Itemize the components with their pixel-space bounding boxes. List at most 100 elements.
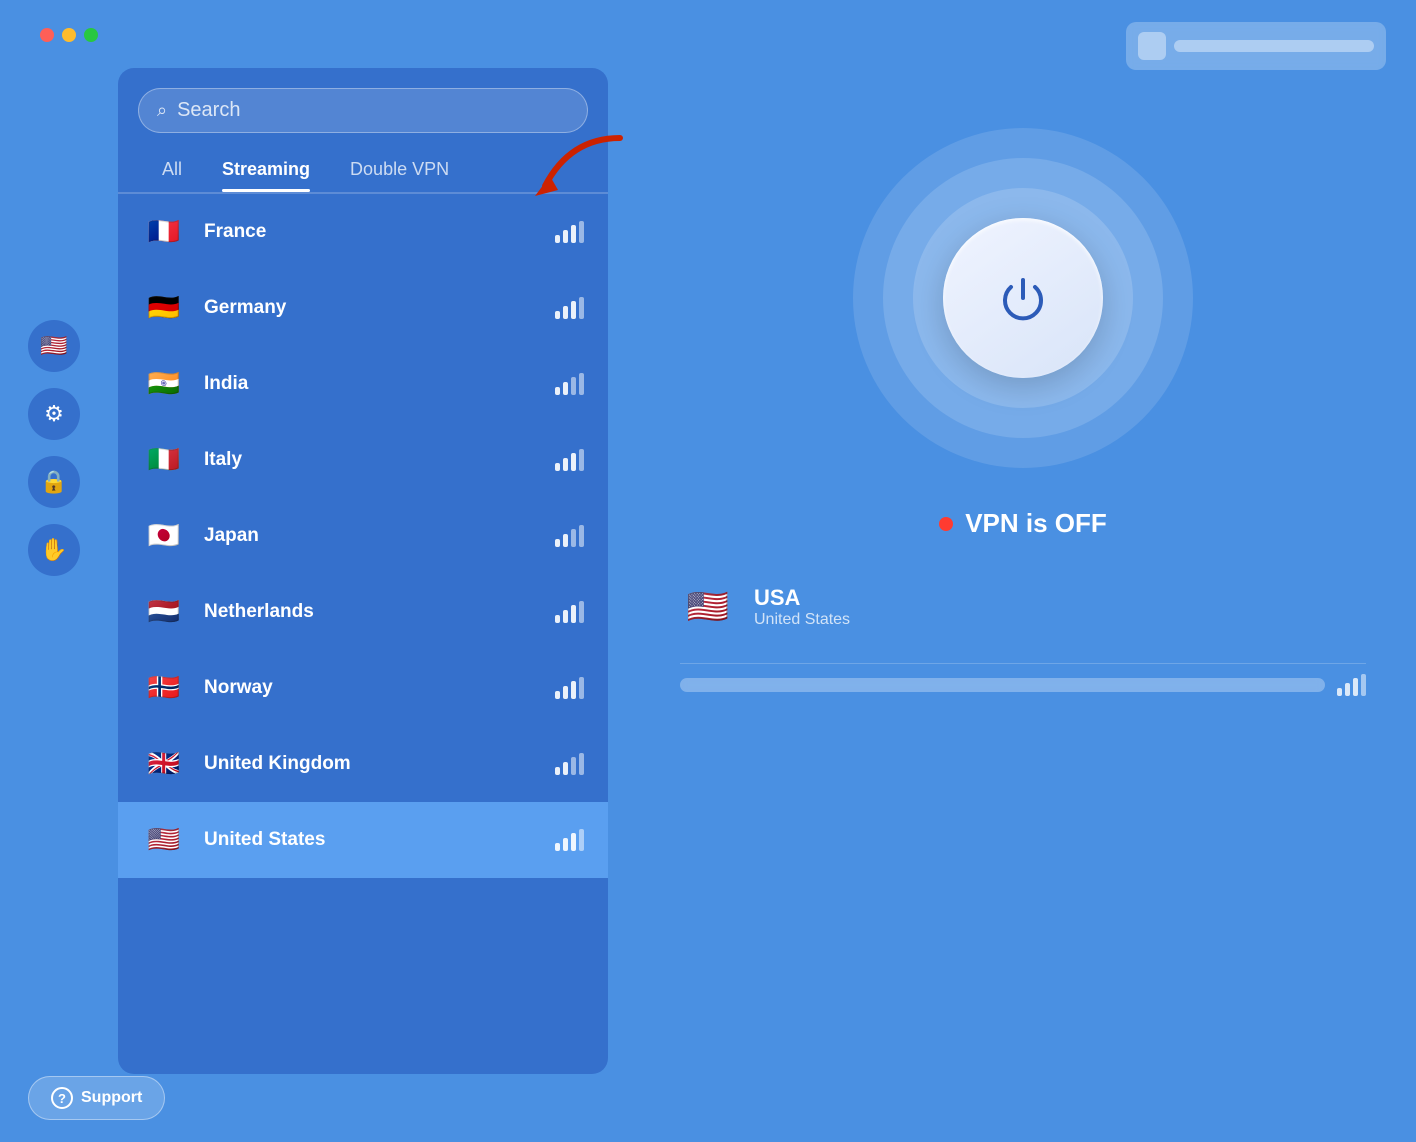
country-item-india[interactable]: 🇮🇳 India: [118, 346, 608, 422]
top-bar-icon: [1138, 32, 1166, 60]
bar3: [571, 529, 576, 547]
country-name-germany: Germany: [204, 297, 555, 319]
country-name-uk: United Kingdom: [204, 753, 555, 775]
tab-double-vpn[interactable]: Double VPN: [330, 151, 469, 188]
signal-germany: [555, 297, 584, 319]
bar2: [563, 382, 568, 395]
left-panel: ⌕ Search All Streaming Double VPN 🇫🇷 Fra…: [118, 68, 608, 1074]
bar1: [555, 311, 560, 319]
bar1: [555, 691, 560, 699]
bottom-bar: [680, 663, 1366, 706]
bar4: [579, 373, 584, 395]
bar2: [563, 534, 568, 547]
signal-france: [555, 221, 584, 243]
bar4: [579, 297, 584, 319]
support-label: Support: [81, 1089, 142, 1107]
status-dot: [939, 517, 953, 531]
top-bar-text: [1174, 40, 1374, 52]
bar3: [571, 225, 576, 243]
tab-all[interactable]: All: [142, 151, 202, 188]
minimize-button[interactable]: [62, 28, 76, 42]
bar2: [563, 686, 568, 699]
bar2: [1345, 683, 1350, 696]
bar2: [563, 458, 568, 471]
sidebar-item-hand[interactable]: ✋: [28, 524, 80, 576]
power-icon: [995, 270, 1051, 326]
country-name-japan: Japan: [204, 525, 555, 547]
country-name-usa: United States: [204, 829, 555, 851]
bar3: [571, 757, 576, 775]
top-right-bar: [1126, 22, 1386, 70]
flag-india: 🇮🇳: [142, 362, 186, 406]
bar4: [579, 677, 584, 699]
country-name-france: France: [204, 221, 555, 243]
maximize-button[interactable]: [84, 28, 98, 42]
flag-norway: 🇳🇴: [142, 666, 186, 710]
bar2: [563, 610, 568, 623]
bar4: [579, 829, 584, 851]
country-item-japan[interactable]: 🇯🇵 Japan: [118, 498, 608, 574]
flag-uk: 🇬🇧: [142, 742, 186, 786]
country-item-usa[interactable]: 🇺🇸 United States: [118, 802, 608, 878]
flag-netherlands: 🇳🇱: [142, 590, 186, 634]
selected-country-info[interactable]: 🇺🇸 USA United States: [660, 579, 1386, 635]
vpn-status: VPN is OFF: [939, 508, 1107, 539]
sidebar: 🇺🇸 ⚙ 🔒 ✋: [28, 320, 80, 576]
bar4: [579, 525, 584, 547]
country-item-uk[interactable]: 🇬🇧 United Kingdom: [118, 726, 608, 802]
bar1: [555, 767, 560, 775]
flag-italy: 🇮🇹: [142, 438, 186, 482]
country-item-norway[interactable]: 🇳🇴 Norway: [118, 650, 608, 726]
bar3: [1353, 678, 1358, 696]
selected-info-text: USA United States: [754, 585, 850, 629]
sidebar-item-lock[interactable]: 🔒: [28, 456, 80, 508]
search-icon: ⌕: [157, 100, 167, 121]
bar1: [555, 843, 560, 851]
signal-italy: [555, 449, 584, 471]
bar4: [579, 221, 584, 243]
flag-france: 🇫🇷: [142, 210, 186, 254]
signal-norway: [555, 677, 584, 699]
power-container: [853, 128, 1193, 468]
bar4: [579, 601, 584, 623]
country-name-norway: Norway: [204, 677, 555, 699]
country-name-italy: Italy: [204, 449, 555, 471]
bar1: [1337, 688, 1342, 696]
bar3: [571, 377, 576, 395]
close-button[interactable]: [40, 28, 54, 42]
bar3: [571, 833, 576, 851]
traffic-lights: [40, 28, 98, 42]
bar3: [571, 605, 576, 623]
signal-japan: [555, 525, 584, 547]
bar3: [571, 301, 576, 319]
bar4: [1361, 674, 1366, 696]
country-item-netherlands[interactable]: 🇳🇱 Netherlands: [118, 574, 608, 650]
bar2: [563, 230, 568, 243]
bar1: [555, 235, 560, 243]
bottom-signal-bars: [1337, 674, 1366, 696]
power-button[interactable]: [943, 218, 1103, 378]
selected-country-name: USA: [754, 585, 850, 611]
country-item-germany[interactable]: 🇩🇪 Germany: [118, 270, 608, 346]
bar2: [563, 306, 568, 319]
country-item-france[interactable]: 🇫🇷 France: [118, 194, 608, 270]
app-window: ⌕ Search All Streaming Double VPN 🇫🇷 Fra…: [0, 0, 1416, 1142]
tab-streaming[interactable]: Streaming: [202, 151, 330, 188]
flag-germany: 🇩🇪: [142, 286, 186, 330]
sidebar-item-country[interactable]: 🇺🇸: [28, 320, 80, 372]
bar1: [555, 539, 560, 547]
country-item-italy[interactable]: 🇮🇹 Italy: [118, 422, 608, 498]
signal-usa: [555, 829, 584, 851]
selected-country-flag: 🇺🇸: [680, 579, 736, 635]
support-button[interactable]: ? Support: [28, 1076, 165, 1120]
search-bar[interactable]: ⌕ Search: [138, 88, 588, 133]
sidebar-item-settings[interactable]: ⚙: [28, 388, 80, 440]
support-icon: ?: [51, 1087, 73, 1109]
flag-japan: 🇯🇵: [142, 514, 186, 558]
bar1: [555, 463, 560, 471]
search-label[interactable]: Search: [177, 99, 240, 122]
flag-usa: 🇺🇸: [142, 818, 186, 862]
bar4: [579, 449, 584, 471]
bar2: [563, 762, 568, 775]
country-name-india: India: [204, 373, 555, 395]
